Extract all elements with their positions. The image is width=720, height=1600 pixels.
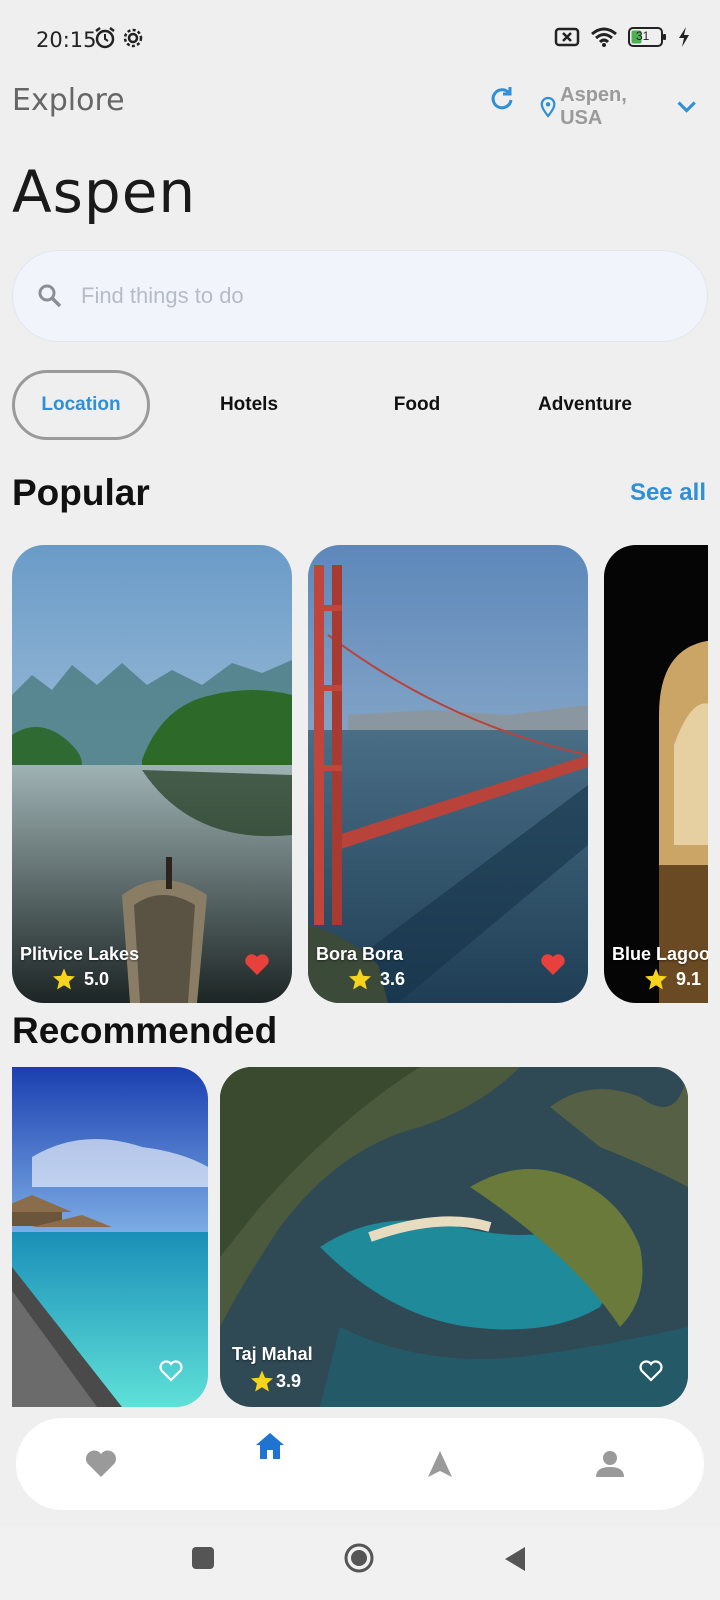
nav-navigation[interactable] xyxy=(410,1418,470,1510)
home-icon xyxy=(256,1433,284,1459)
search-icon xyxy=(38,284,62,308)
battery-level: 31 xyxy=(636,29,650,43)
rating-value: 5.0 xyxy=(84,968,110,989)
location-label: Aspen, USA xyxy=(560,84,627,129)
recommended-card[interactable] xyxy=(12,1067,208,1407)
top-bar: Explore Aspen, USA xyxy=(12,78,698,129)
recents-button-icon[interactable] xyxy=(191,1546,215,1570)
tab-location[interactable]: Location xyxy=(12,370,150,440)
recommended-heading: Recommended xyxy=(12,1010,278,1051)
chevron-down-icon xyxy=(677,101,696,113)
destination-image xyxy=(12,1067,208,1407)
card-rating: 3.6 xyxy=(348,967,405,991)
back-button-icon[interactable] xyxy=(503,1546,527,1572)
popular-card[interactable]: Blue Lagoon 9.1 xyxy=(604,545,708,1003)
rating-value: 3.9 xyxy=(276,1370,302,1391)
home-button-icon[interactable] xyxy=(343,1542,375,1574)
tab-hotels[interactable]: Hotels xyxy=(180,370,318,440)
charging-icon xyxy=(679,27,689,47)
nav-home[interactable] xyxy=(240,1400,300,1492)
popular-heading: Popular xyxy=(12,472,150,513)
status-time: 20:15 xyxy=(36,28,97,52)
sim-off-icon xyxy=(554,27,580,47)
recommended-carousel[interactable]: Taj Mahal 3.9 xyxy=(12,1067,708,1407)
destination-image xyxy=(604,545,708,1003)
star-icon xyxy=(349,968,371,990)
rating-value: 3.6 xyxy=(380,968,406,989)
navigation-icon xyxy=(428,1451,452,1477)
heart-filled-icon[interactable] xyxy=(540,953,566,977)
card-rating: 5.0 xyxy=(52,967,109,991)
popular-card[interactable]: Plitvice Lakes 5.0 xyxy=(12,545,292,1003)
battery-indicator: 31 xyxy=(628,26,668,48)
card-rating: 9.1 xyxy=(644,967,701,991)
alarm-icon xyxy=(95,27,115,49)
wifi-icon xyxy=(591,27,617,47)
card-title: Plitvice Lakes xyxy=(20,944,140,964)
system-navigation-bar xyxy=(0,1526,720,1600)
star-icon xyxy=(251,1370,273,1392)
tab-adventure[interactable]: Adventure xyxy=(516,370,654,440)
refresh-icon[interactable] xyxy=(488,84,516,112)
person-icon xyxy=(596,1451,624,1477)
star-icon xyxy=(53,968,75,990)
card-title: Taj Mahal xyxy=(232,1344,313,1364)
heart-icon xyxy=(85,1450,117,1477)
card-rating: 3.9 xyxy=(250,1369,301,1393)
nav-profile[interactable] xyxy=(580,1418,640,1510)
recommended-card[interactable]: Taj Mahal 3.9 xyxy=(220,1067,688,1407)
bottom-navigation xyxy=(16,1418,704,1510)
heart-outline-icon[interactable] xyxy=(638,1359,664,1383)
explore-title: Explore xyxy=(12,82,125,118)
nav-favorites[interactable] xyxy=(71,1418,131,1510)
location-selector[interactable]: Aspen, USA xyxy=(540,84,698,130)
popular-card[interactable]: Bora Bora 3.6 xyxy=(308,545,588,1003)
see-all-link[interactable]: See all xyxy=(630,479,706,507)
category-tabs: Location Hotels Food Adventure xyxy=(12,370,712,440)
star-icon xyxy=(645,968,667,990)
destination-image xyxy=(12,545,292,1003)
destination-image xyxy=(308,545,588,1003)
location-pin-icon xyxy=(540,96,556,118)
card-title: Bora Bora xyxy=(316,944,404,964)
page-title: Aspen xyxy=(12,158,197,226)
heart-outline-icon[interactable] xyxy=(158,1359,184,1383)
status-bar: 20:15 31 xyxy=(0,0,720,80)
tab-food[interactable]: Food xyxy=(348,370,486,440)
popular-carousel[interactable]: Plitvice Lakes 5.0 Bora Bora 3.6 Blue La… xyxy=(12,545,708,1003)
heart-filled-icon[interactable] xyxy=(244,953,270,977)
rating-value: 9.1 xyxy=(676,968,702,989)
card-title: Blue Lagoon xyxy=(612,944,708,964)
search-bar[interactable] xyxy=(12,250,708,342)
search-input[interactable] xyxy=(81,283,641,309)
settings-gear-icon xyxy=(123,28,143,48)
